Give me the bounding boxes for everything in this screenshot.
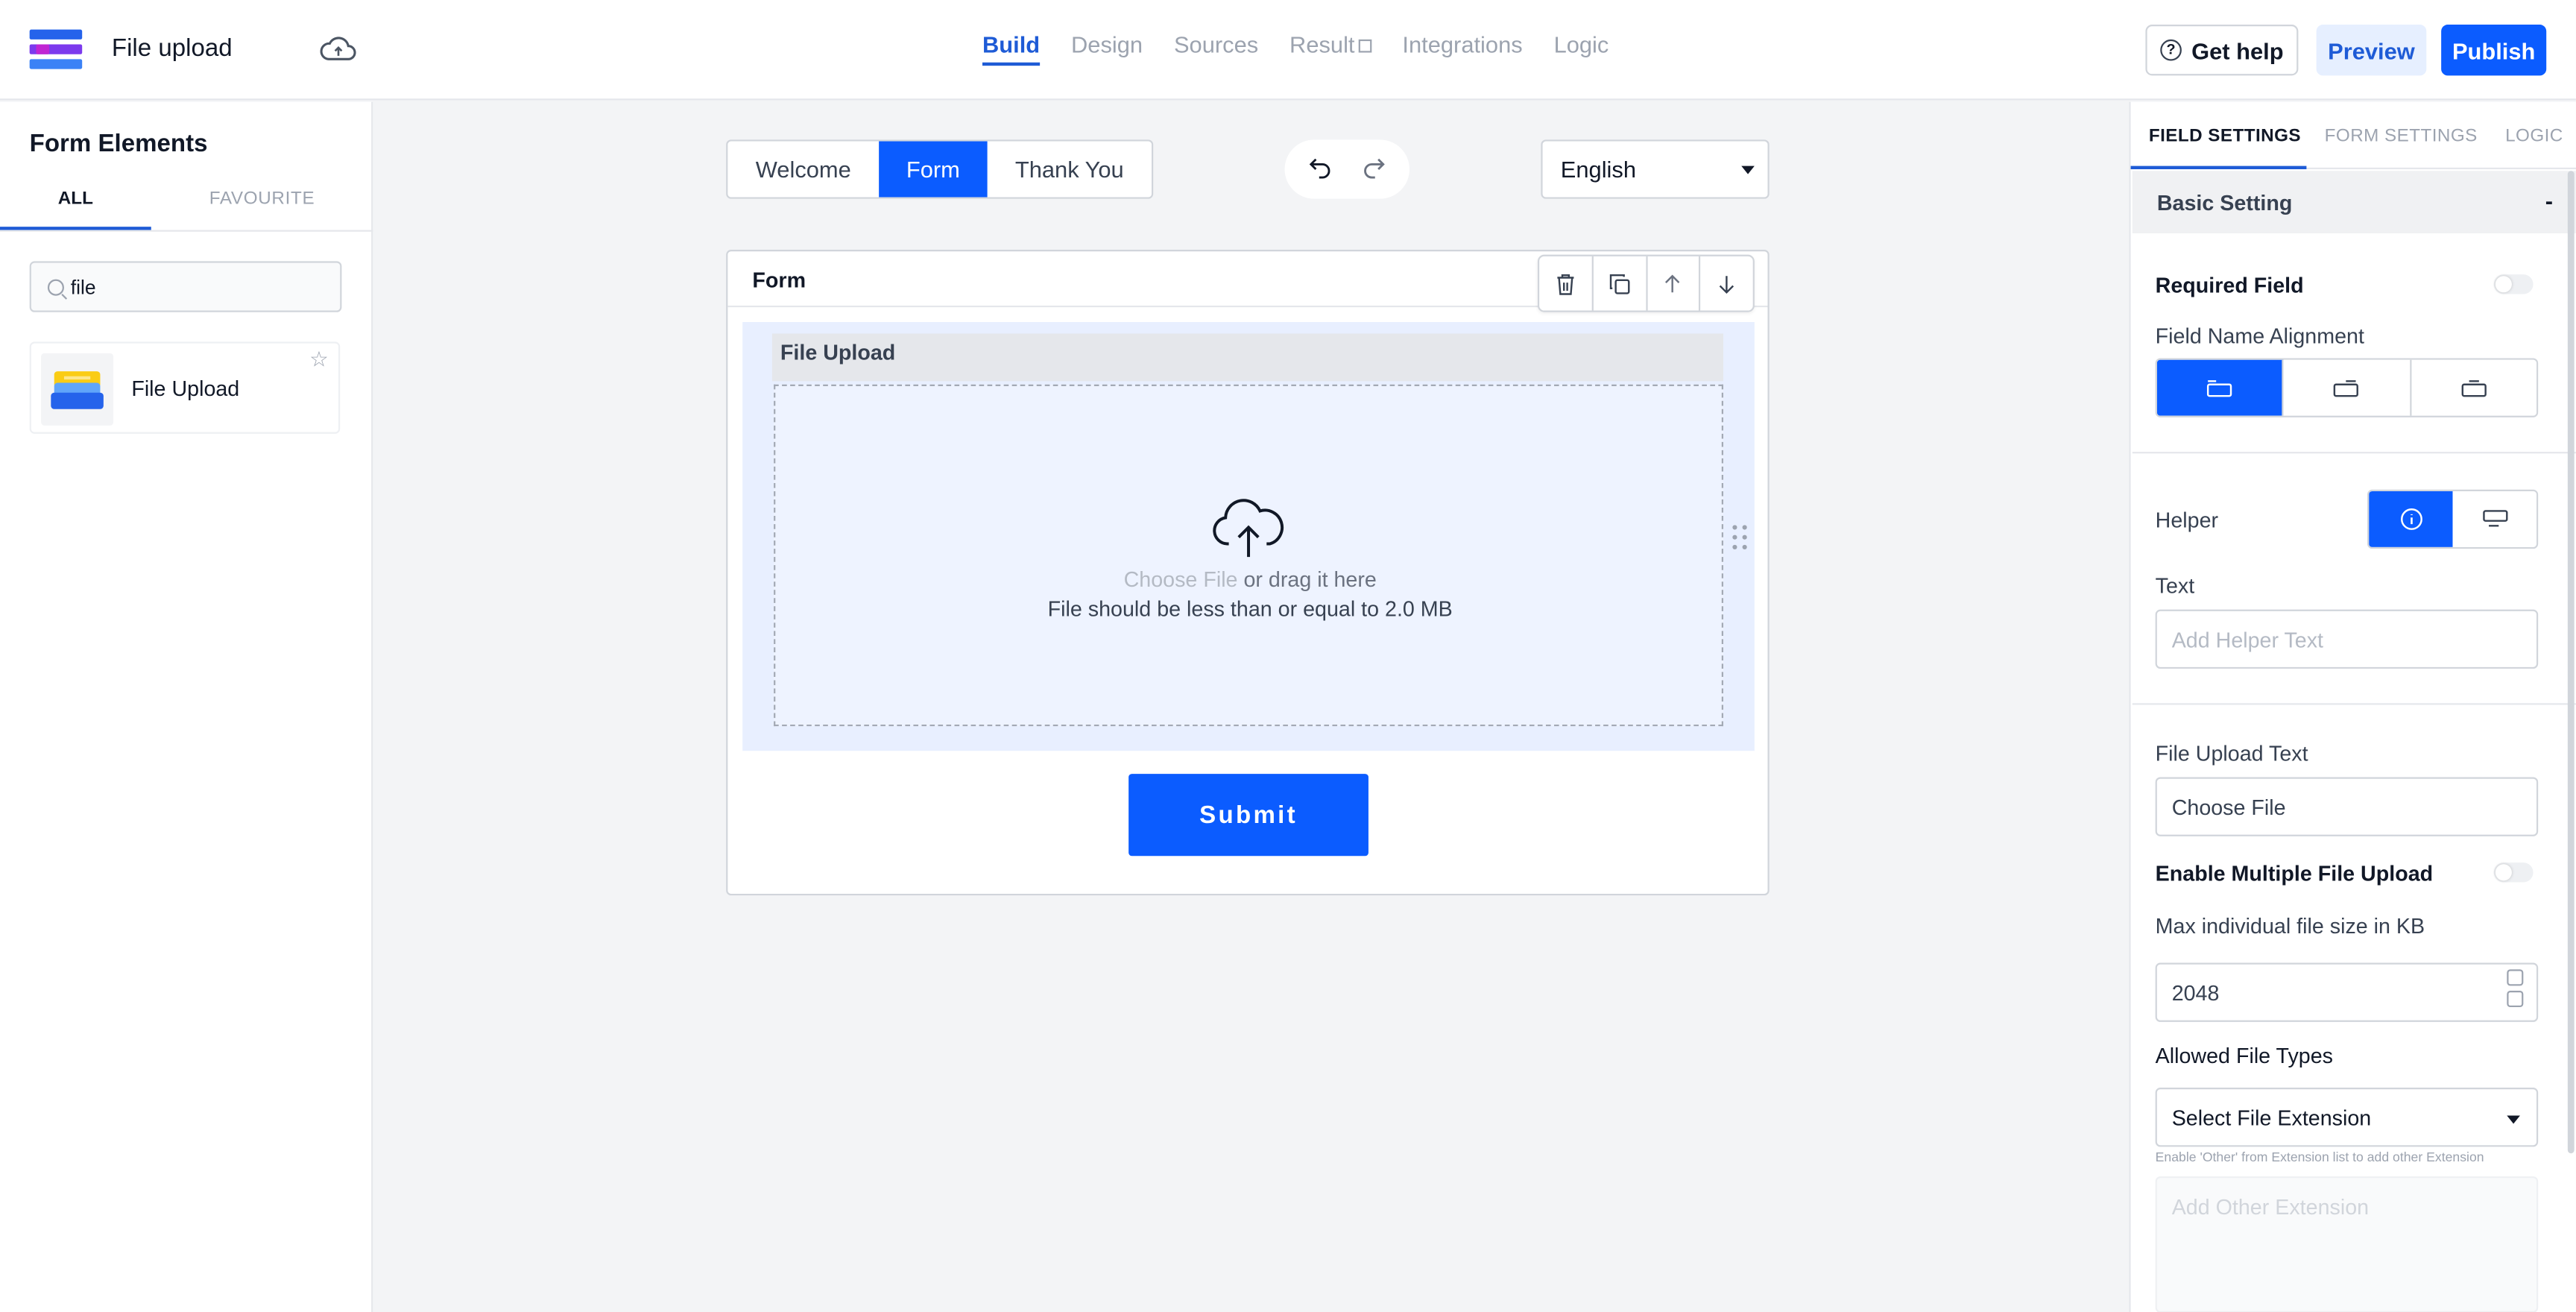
multi-upload-label: Enable Multiple File Upload [2155, 860, 2434, 886]
nav-sources[interactable]: Sources [1174, 0, 1258, 100]
settings-tabs: FIELD SETTINGS FORM SETTINGS LOGIC [2130, 102, 2576, 170]
external-link-icon [1357, 39, 1371, 53]
duplicate-icon[interactable] [1593, 256, 1647, 311]
nav-build[interactable]: Build [982, 0, 1041, 100]
section-divider [2132, 452, 2576, 454]
delete-icon[interactable] [1539, 256, 1594, 311]
tabs-divider [0, 230, 373, 232]
max-size-label: Max individual file size in KB [2155, 913, 2425, 939]
align-left-icon[interactable] [2284, 359, 2411, 416]
move-down-icon[interactable] [1701, 256, 1753, 311]
element-file-upload[interactable]: File Upload ☆ [29, 341, 341, 434]
chevron-down-icon [1741, 165, 1755, 174]
drop-instructions: Choose File or drag it here [1123, 567, 1377, 592]
search-box[interactable] [29, 261, 342, 312]
submit-button[interactable]: Submit [1128, 774, 1368, 857]
stepper-up-icon[interactable] [2507, 969, 2524, 986]
field-label[interactable]: File Upload [780, 340, 895, 365]
app-logo[interactable] [29, 29, 83, 69]
active-tab-indicator [2130, 165, 2307, 170]
tab-welcome[interactable]: Welcome [727, 142, 879, 198]
chevron-down-icon [2507, 1115, 2520, 1124]
number-stepper[interactable] [2507, 969, 2524, 1015]
panel-title: Form Elements [29, 130, 208, 158]
search-icon [47, 278, 64, 295]
nav-logic[interactable]: Logic [1554, 0, 1609, 100]
helper-label: Helper [2155, 508, 2219, 533]
language-select[interactable]: English [1541, 139, 1770, 199]
tab-favourite[interactable]: FAVOURITE [151, 174, 373, 230]
helper-type-options [2367, 489, 2539, 549]
main-nav: Build Design Sources Result Integrations… [982, 0, 1640, 100]
form-title[interactable]: File upload [112, 34, 233, 62]
form-card: Form File Upload Choose File or drag it … [726, 250, 1770, 896]
align-right-icon[interactable] [2411, 359, 2536, 416]
tab-logic[interactable]: LOGIC [2505, 127, 2563, 146]
tab-thank-you[interactable]: Thank You [988, 142, 1152, 198]
publish-button[interactable]: Publish [2441, 25, 2547, 76]
field-toolbar [1537, 254, 1755, 312]
preview-button[interactable]: Preview [2316, 25, 2427, 76]
tab-field-settings[interactable]: FIELD SETTINGS [2149, 127, 2301, 146]
file-upload-element-icon [41, 353, 114, 426]
page-switcher: Welcome Form Thank You [726, 139, 1154, 199]
nav-integrations[interactable]: Integrations [1402, 0, 1522, 100]
required-field-label: Required Field [2155, 272, 2304, 297]
collapse-toggle[interactable]: - [2545, 187, 2553, 213]
tooltip-box-icon[interactable] [2452, 491, 2536, 547]
max-size-input[interactable]: 2048 [2155, 962, 2539, 1022]
other-extension-input[interactable]: Add Other Extension [2155, 1176, 2539, 1312]
alignment-options [2155, 358, 2539, 417]
file-drop-zone[interactable]: Choose File or drag it here File should … [774, 384, 1723, 727]
file-types-label: Allowed File Types [2155, 1043, 2334, 1068]
cloud-save-icon[interactable] [319, 33, 359, 66]
settings-panel: FIELD SETTINGS FORM SETTINGS LOGIC Basic… [2129, 101, 2576, 1312]
align-top-icon[interactable] [2156, 359, 2285, 416]
stepper-down-icon[interactable] [2507, 991, 2524, 1008]
move-up-icon[interactable] [1647, 256, 1701, 311]
search-input[interactable] [70, 275, 318, 299]
upload-text-input[interactable]: Choose File [2155, 777, 2539, 836]
redo-icon[interactable] [1360, 152, 1386, 186]
file-size-limit: File should be less than or equal to 2.0… [1047, 596, 1453, 622]
helper-text-input[interactable]: Add Helper Text [2155, 609, 2539, 669]
form-card-title: Form [752, 268, 806, 293]
nav-design[interactable]: Design [1071, 0, 1143, 100]
field-label-bar [771, 333, 1723, 382]
undo-redo-group [1284, 139, 1410, 199]
undo-icon[interactable] [1307, 152, 1333, 186]
get-help-button[interactable]: ? Get help [2145, 25, 2299, 76]
app-root: File upload Build Design Sources Result … [0, 0, 2576, 1312]
extension-hint: Enable 'Other' from Extension list to ad… [2155, 1149, 2484, 1165]
file-extension-select[interactable]: Select File Extension [2155, 1088, 2539, 1147]
multi-upload-toggle[interactable] [2493, 862, 2534, 883]
nav-result[interactable]: Result [1289, 0, 1371, 100]
required-field-toggle[interactable] [2493, 274, 2534, 294]
alignment-label: Field Name Alignment [2155, 324, 2364, 349]
choose-file-link[interactable]: Choose File [1124, 567, 1238, 591]
element-label: File Upload [131, 376, 240, 401]
upload-text-label: File Upload Text [2155, 741, 2308, 766]
info-icon[interactable] [2369, 491, 2453, 547]
tab-form[interactable]: Form [879, 141, 988, 198]
text-label: Text [2155, 573, 2195, 599]
drag-handle-icon[interactable] [1731, 524, 1748, 550]
panel-scrollbar[interactable] [2567, 171, 2575, 1154]
file-upload-field[interactable]: File Upload Choose File or drag it here … [742, 321, 1755, 751]
help-circle-icon: ? [2160, 39, 2182, 61]
basic-setting-section[interactable]: Basic Setting - [2132, 171, 2576, 233]
upload-cloud-icon [1209, 494, 1288, 560]
top-header: File upload Build Design Sources Result … [0, 0, 2576, 101]
tab-all[interactable]: ALL [0, 174, 151, 230]
star-icon[interactable]: ☆ [309, 347, 329, 373]
section-title: Basic Setting [2156, 190, 2293, 215]
section-divider [2132, 703, 2576, 705]
form-elements-panel: Form Elements ALL FAVOURITE File Upload … [0, 101, 373, 1312]
tab-form-settings[interactable]: FORM SETTINGS [2325, 127, 2478, 146]
